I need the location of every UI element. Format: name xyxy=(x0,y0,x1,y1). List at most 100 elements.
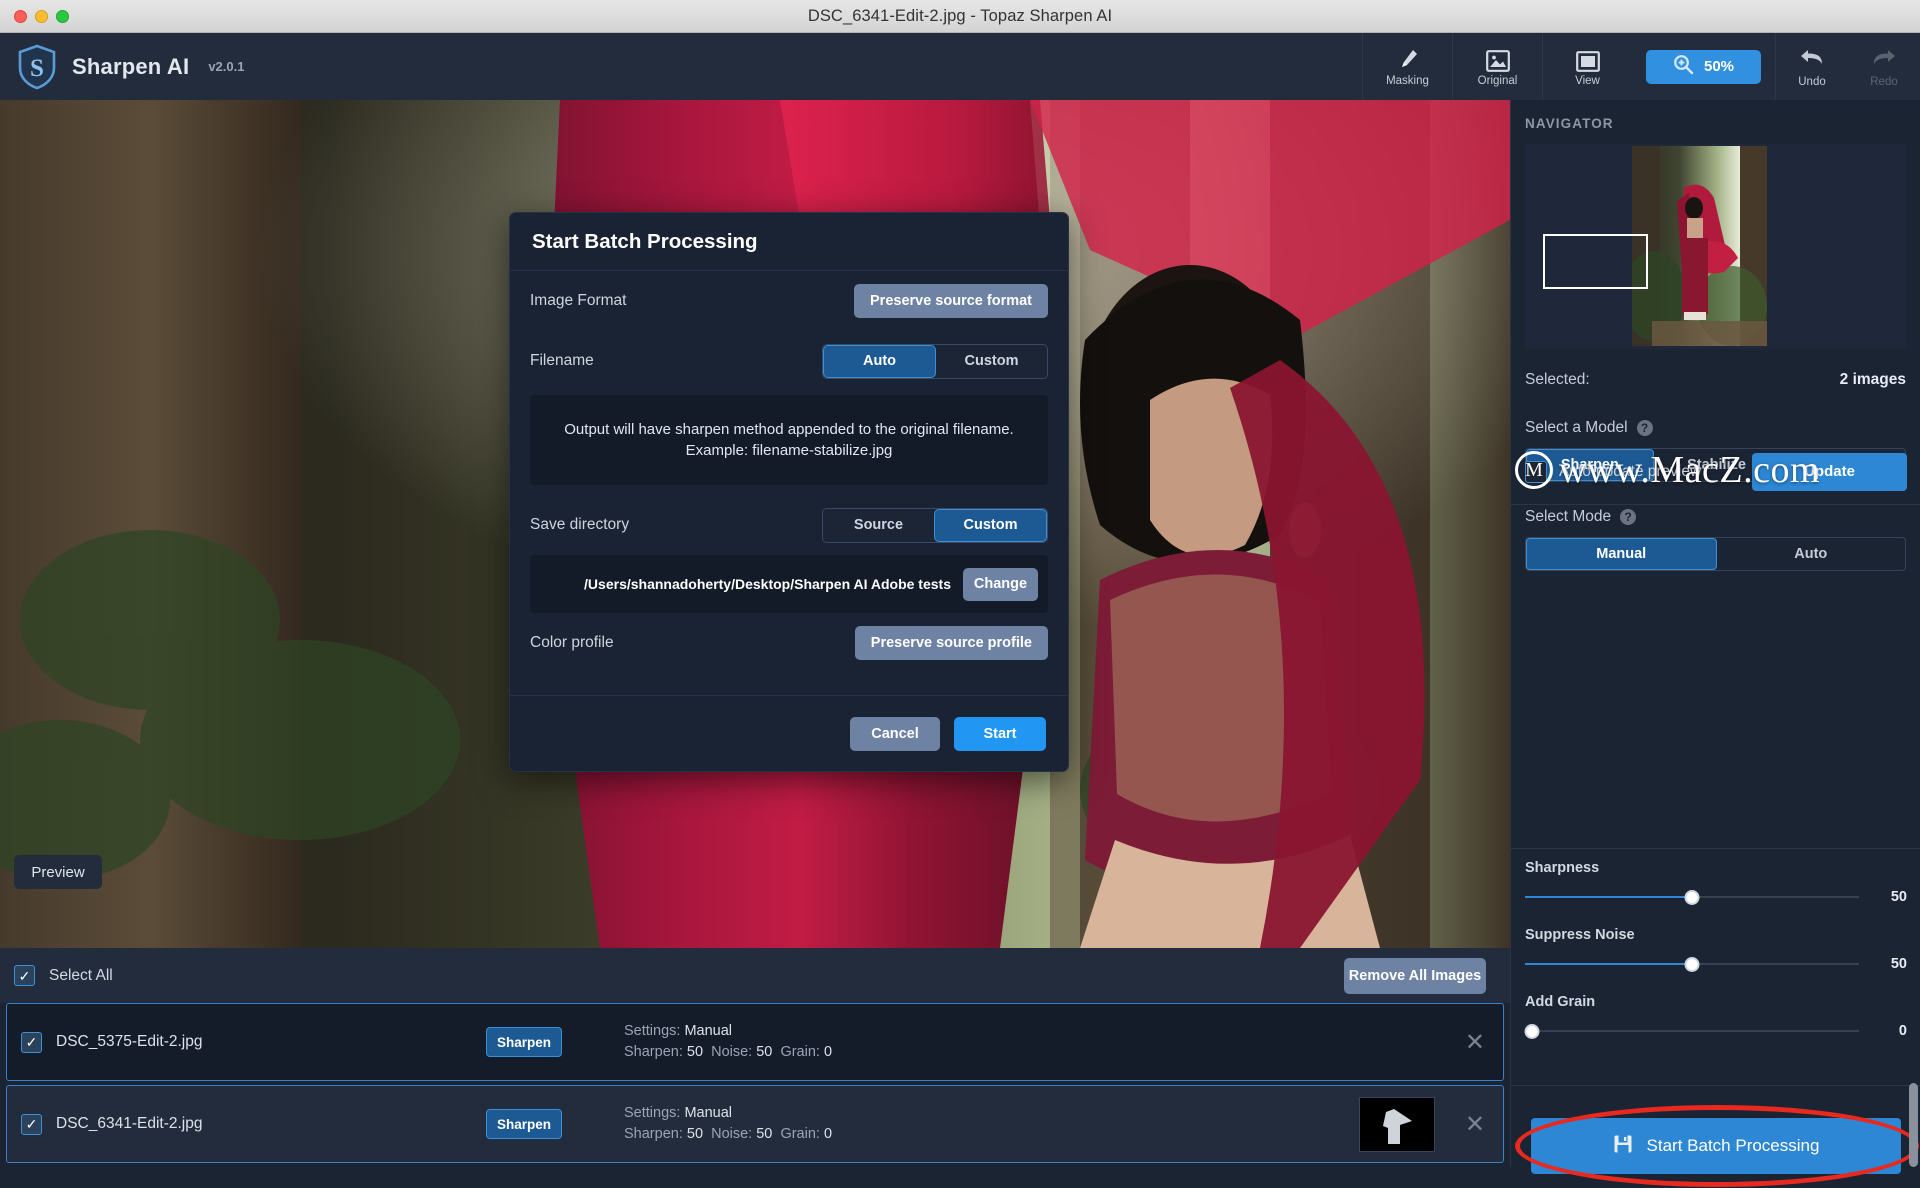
modal-overlay: Start Batch Processing Image Format Pres… xyxy=(0,100,1510,948)
auto-update-checkbox[interactable] xyxy=(1525,460,1547,483)
noise-value: 50 xyxy=(756,1126,773,1142)
slider-label: Sharpness xyxy=(1525,860,1600,876)
dialog-footer: Cancel Start xyxy=(510,695,1068,771)
filelist-header: ✓ Select All Remove All Images xyxy=(0,948,1510,1003)
auto-update-label: Auto-update preview xyxy=(1559,462,1702,480)
redo-label: Redo xyxy=(1870,76,1898,88)
image-file-list[interactable]: ✓ DSC_5375-Edit-2.jpg Sharpen Settings: … xyxy=(0,1003,1510,1167)
help-icon[interactable]: ? xyxy=(1636,420,1653,436)
row-model-tag[interactable]: Sharpen xyxy=(486,1109,562,1139)
image-format-row: Image Format Preserve source format xyxy=(530,271,1048,331)
image-icon xyxy=(1485,46,1510,72)
save-directory-row: Save directory Source Custom xyxy=(530,495,1048,555)
app-brand: S Sharpen AI v2.0.1 xyxy=(16,44,244,90)
row-model-tag[interactable]: Sharpen xyxy=(486,1027,562,1057)
remove-row-icon[interactable]: ✕ xyxy=(1465,1110,1485,1139)
undo-label: Undo xyxy=(1798,76,1826,88)
slider-track[interactable] xyxy=(1524,1024,1859,1039)
color-profile-button[interactable]: Preserve source profile xyxy=(854,626,1048,660)
row-thumbnail xyxy=(1359,1096,1435,1152)
undo-arrow-icon xyxy=(1798,45,1826,74)
start-button[interactable]: Start xyxy=(954,716,1046,751)
slider-track[interactable] xyxy=(1525,957,1859,972)
dialog-body: Image Format Preserve source format File… xyxy=(510,271,1068,673)
cancel-button[interactable]: Cancel xyxy=(850,716,940,751)
selected-value: 2 images xyxy=(1839,371,1906,388)
brush-icon xyxy=(1397,46,1419,72)
select-mode-label: Select Mode ? xyxy=(1525,508,1637,526)
mode-option-manual[interactable]: Manual xyxy=(1526,538,1717,570)
filename-custom-option[interactable]: Custom xyxy=(936,344,1047,378)
slider-control[interactable]: 50 xyxy=(1525,889,1907,905)
select-model-label: Select a Model ? xyxy=(1525,419,1653,437)
image-format-button[interactable]: Preserve source format xyxy=(854,284,1048,318)
selected-label: Selected: xyxy=(1525,371,1590,388)
sharpen-value: 50 xyxy=(686,1044,704,1060)
original-label: Original xyxy=(1477,75,1518,87)
panel-divider xyxy=(1511,848,1920,849)
mode-segmented-control[interactable]: Manual Auto xyxy=(1525,537,1906,571)
slider-value: 50 xyxy=(1890,956,1907,972)
navigator-title: NAVIGATOR xyxy=(1525,116,1614,131)
select-all-checkbox[interactable]: ✓ xyxy=(14,965,35,986)
mode-option-auto[interactable]: Auto xyxy=(1717,538,1906,570)
grain-label: Grain: xyxy=(780,1044,820,1060)
redo-button[interactable]: Redo xyxy=(1848,33,1920,100)
save-directory-custom-option[interactable]: Custom xyxy=(934,508,1047,542)
table-row[interactable]: ✓ DSC_6341-Edit-2.jpg Sharpen Settings: … xyxy=(6,1085,1504,1163)
help-icon[interactable]: ? xyxy=(1620,509,1637,525)
filelist-scrollbar[interactable] xyxy=(1909,1083,1918,1167)
navigator-viewport-rect[interactable] xyxy=(1543,234,1648,289)
table-row[interactable]: ✓ DSC_5375-Edit-2.jpg Sharpen Settings: … xyxy=(6,1003,1504,1081)
masking-tool-button[interactable]: Masking xyxy=(1362,33,1452,100)
filename-segmented-control[interactable]: Auto Custom xyxy=(822,343,1048,379)
auto-update-row: Auto-update preview Update xyxy=(1511,439,1920,505)
view-mode-button[interactable]: View xyxy=(1542,33,1632,100)
redo-arrow-icon xyxy=(1870,45,1898,74)
slider-label: Add Grain xyxy=(1525,994,1596,1010)
start-batch-area: Start Batch Processing xyxy=(1511,1105,1920,1188)
undo-button[interactable]: Undo xyxy=(1776,33,1848,100)
masking-label: Masking xyxy=(1386,75,1429,87)
select-model-row: Select a Model ? xyxy=(1511,419,1920,437)
select-all-label: Select All xyxy=(49,966,113,984)
settings-value: Manual xyxy=(684,1105,733,1121)
row-checkbox[interactable]: ✓ xyxy=(21,1031,42,1053)
window-titlebar: DSC_6341-Edit-2.jpg - Topaz Sharpen AI xyxy=(0,0,1920,33)
adjustment-sliders: Sharpness 50 Suppress Noise 50 Add Grain xyxy=(1511,860,1920,1061)
remove-row-icon[interactable]: ✕ xyxy=(1465,1028,1485,1057)
save-directory-segmented-control[interactable]: Source Custom xyxy=(822,507,1048,543)
save-path-box: /Users/shannadoherty/Desktop/Sharpen AI … xyxy=(530,555,1048,613)
save-directory-source-option[interactable]: Source xyxy=(823,508,934,542)
noise-value: 50 xyxy=(756,1044,773,1060)
info-line-1: Output will have sharpen method appended… xyxy=(564,421,1014,438)
row-checkbox[interactable]: ✓ xyxy=(21,1113,42,1135)
grain-label: Grain: xyxy=(780,1126,820,1142)
info-line-2: Example: filename-stabilize.jpg xyxy=(685,442,893,459)
view-label: View xyxy=(1575,75,1600,87)
sharpen-label: Sharpen: xyxy=(624,1044,683,1060)
app-name: Sharpen AI xyxy=(72,53,190,79)
slider-control[interactable]: 50 xyxy=(1525,956,1907,972)
navigator-preview[interactable] xyxy=(1525,144,1906,349)
filename-auto-option[interactable]: Auto xyxy=(823,344,936,378)
navigator-thumbnail xyxy=(1632,146,1767,346)
color-profile-row: Color profile Preserve source profile xyxy=(530,613,1048,673)
file-name: DSC_5375-Edit-2.jpg xyxy=(56,1033,203,1050)
filename-label: Filename xyxy=(530,352,594,369)
original-view-button[interactable]: Original xyxy=(1452,33,1542,100)
image-format-label: Image Format xyxy=(530,292,627,309)
noise-label: Noise: xyxy=(711,1126,753,1142)
app-version: v2.0.1 xyxy=(208,59,245,74)
change-directory-button[interactable]: Change xyxy=(963,567,1038,601)
slider-control[interactable]: 0 xyxy=(1524,1023,1907,1039)
slider-add-grain: Add Grain 0 xyxy=(1511,994,1920,1039)
zoom-level-button[interactable]: 50% xyxy=(1646,49,1761,84)
sharpen-ai-logo-icon: S xyxy=(16,44,58,90)
settings-label: Settings: xyxy=(624,1023,681,1039)
row-settings: Settings: Manual Sharpen: 50 Noise: 50 G… xyxy=(624,1103,832,1145)
annotation-ellipse xyxy=(1515,1105,1919,1187)
slider-track[interactable] xyxy=(1525,890,1859,905)
remove-all-images-button[interactable]: Remove All Images xyxy=(1344,958,1486,994)
update-button[interactable]: Update xyxy=(1752,452,1907,491)
